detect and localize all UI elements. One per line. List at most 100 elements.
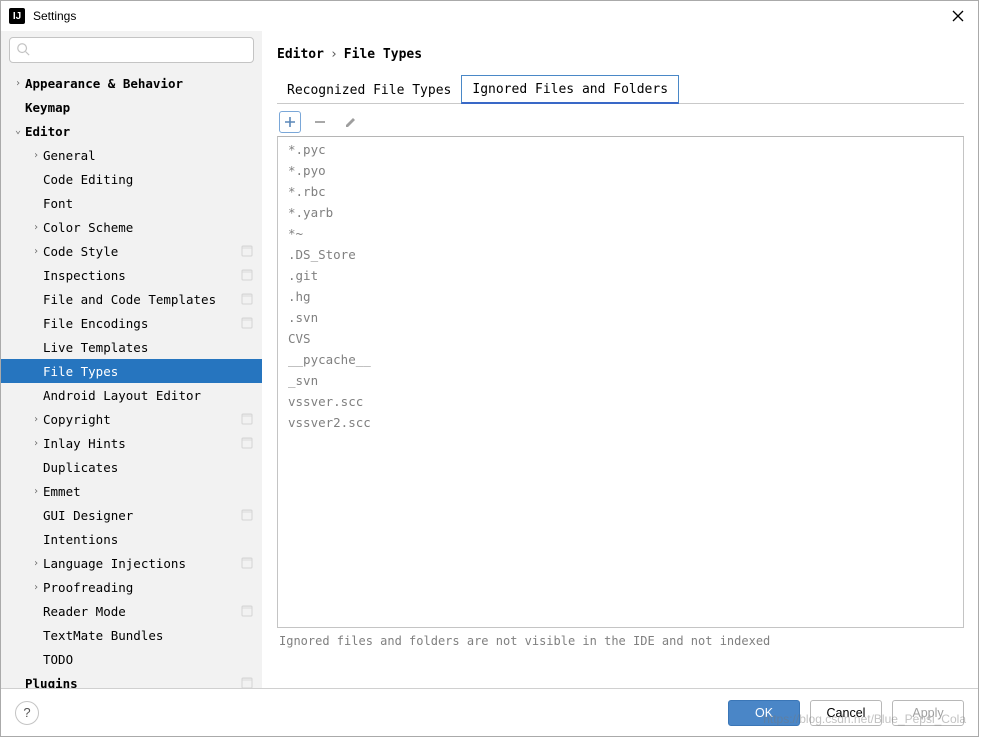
- add-button[interactable]: [279, 111, 301, 133]
- tree-item-label: Android Layout Editor: [43, 388, 254, 403]
- tree-item-code-editing[interactable]: ›Code Editing: [1, 167, 262, 191]
- tree-item-label: Duplicates: [43, 460, 254, 475]
- project-scope-icon: [240, 676, 254, 688]
- chevron-right-icon[interactable]: ›: [29, 486, 43, 497]
- ignored-pattern-item[interactable]: .hg: [278, 286, 963, 307]
- chevron-right-icon[interactable]: ›: [29, 582, 43, 593]
- tree-item-editor[interactable]: ⌄Editor: [1, 119, 262, 143]
- chevron-right-icon[interactable]: ›: [29, 246, 43, 257]
- ignored-pattern-item[interactable]: CVS: [278, 328, 963, 349]
- chevron-right-icon[interactable]: ›: [29, 438, 43, 449]
- breadcrumb-root[interactable]: Editor: [277, 47, 324, 62]
- chevron-right-icon[interactable]: ›: [29, 222, 43, 233]
- search-input[interactable]: [34, 42, 247, 59]
- tree-item-code-style[interactable]: ›Code Style: [1, 239, 262, 263]
- chevron-right-icon[interactable]: ›: [11, 78, 25, 89]
- chevron-right-icon[interactable]: ›: [29, 414, 43, 425]
- tree-item-todo[interactable]: ›TODO: [1, 647, 262, 671]
- settings-tree[interactable]: ›Appearance & Behavior›Keymap⌄Editor›Gen…: [1, 69, 262, 688]
- tree-item-label: Intentions: [43, 532, 254, 547]
- close-button[interactable]: [946, 4, 970, 28]
- dialog-footer: ? OK Cancel Apply: [1, 688, 978, 736]
- ignored-patterns-list[interactable]: *.pyc*.pyo*.rbc*.yarb*~.DS_Store.git.hg.…: [277, 136, 964, 628]
- project-scope-icon: [240, 412, 254, 426]
- tree-item-label: TODO: [43, 652, 254, 667]
- tree-item-color-scheme[interactable]: ›Color Scheme: [1, 215, 262, 239]
- chevron-right-icon[interactable]: ›: [29, 558, 43, 569]
- tree-item-emmet[interactable]: ›Emmet: [1, 479, 262, 503]
- remove-button[interactable]: [309, 111, 331, 133]
- tree-item-gui-designer[interactable]: ›GUI Designer: [1, 503, 262, 527]
- project-scope-icon: [240, 508, 254, 522]
- tree-item-duplicates[interactable]: ›Duplicates: [1, 455, 262, 479]
- tab-ignored-files-and-folders[interactable]: Ignored Files and Folders: [461, 75, 679, 104]
- tree-item-label: Editor: [25, 124, 254, 139]
- tree-item-reader-mode[interactable]: ›Reader Mode: [1, 599, 262, 623]
- project-scope-icon: [240, 244, 254, 258]
- tree-item-label: Appearance & Behavior: [25, 76, 254, 91]
- tree-item-copyright[interactable]: ›Copyright: [1, 407, 262, 431]
- tree-item-label: File Types: [43, 364, 254, 379]
- tabs: Recognized File TypesIgnored Files and F…: [277, 75, 964, 104]
- edit-button[interactable]: [339, 111, 361, 133]
- chevron-right-icon[interactable]: ›: [29, 150, 43, 161]
- tree-item-android-layout-editor[interactable]: ›Android Layout Editor: [1, 383, 262, 407]
- window-title: Settings: [33, 9, 946, 23]
- cancel-button[interactable]: Cancel: [810, 700, 882, 726]
- tree-item-appearance-behavior[interactable]: ›Appearance & Behavior: [1, 71, 262, 95]
- ignored-pattern-item[interactable]: .svn: [278, 307, 963, 328]
- ignored-pattern-item[interactable]: vssver2.scc: [278, 412, 963, 433]
- breadcrumb-leaf: File Types: [344, 47, 422, 62]
- hint-text: Ignored files and folders are not visibl…: [277, 628, 964, 652]
- tree-item-keymap[interactable]: ›Keymap: [1, 95, 262, 119]
- breadcrumb: Editor › File Types: [277, 39, 964, 69]
- tree-item-plugins[interactable]: ›Plugins: [1, 671, 262, 688]
- tree-item-live-templates[interactable]: ›Live Templates: [1, 335, 262, 359]
- tree-item-label: Inspections: [43, 268, 240, 283]
- tree-item-intentions[interactable]: ›Intentions: [1, 527, 262, 551]
- tree-item-textmate-bundles[interactable]: ›TextMate Bundles: [1, 623, 262, 647]
- tab-recognized-file-types[interactable]: Recognized File Types: [277, 77, 461, 103]
- tree-item-label: Emmet: [43, 484, 254, 499]
- tree-item-proofreading[interactable]: ›Proofreading: [1, 575, 262, 599]
- chevron-down-icon[interactable]: ⌄: [11, 125, 25, 136]
- tree-item-inspections[interactable]: ›Inspections: [1, 263, 262, 287]
- ignored-pattern-item[interactable]: *.pyc: [278, 139, 963, 160]
- tree-item-label: File and Code Templates: [43, 292, 240, 307]
- ignored-pattern-item[interactable]: .git: [278, 265, 963, 286]
- tree-item-file-encodings[interactable]: ›File Encodings: [1, 311, 262, 335]
- main-panel: Editor › File Types Recognized File Type…: [263, 31, 978, 688]
- tree-item-label: Proofreading: [43, 580, 254, 595]
- ignored-pattern-item[interactable]: *.pyo: [278, 160, 963, 181]
- tree-item-general[interactable]: ›General: [1, 143, 262, 167]
- tree-item-label: File Encodings: [43, 316, 240, 331]
- tree-item-file-types[interactable]: ›File Types: [1, 359, 262, 383]
- tree-item-inlay-hints[interactable]: ›Inlay Hints: [1, 431, 262, 455]
- tree-item-label: Live Templates: [43, 340, 254, 355]
- ignored-pattern-item[interactable]: *.rbc: [278, 181, 963, 202]
- tree-item-file-and-code-templates[interactable]: ›File and Code Templates: [1, 287, 262, 311]
- ok-button[interactable]: OK: [728, 700, 800, 726]
- scrollbar-thumb[interactable]: [253, 69, 261, 609]
- ignored-pattern-item[interactable]: _svn: [278, 370, 963, 391]
- help-button[interactable]: ?: [15, 701, 39, 725]
- project-scope-icon: [240, 556, 254, 570]
- ignored-pattern-item[interactable]: *~: [278, 223, 963, 244]
- tree-item-label: Keymap: [25, 100, 254, 115]
- sidebar-scrollbar[interactable]: [253, 69, 261, 669]
- ignored-pattern-item[interactable]: .DS_Store: [278, 244, 963, 265]
- project-scope-icon: [240, 436, 254, 450]
- ignored-pattern-item[interactable]: *.yarb: [278, 202, 963, 223]
- tree-item-label: TextMate Bundles: [43, 628, 254, 643]
- project-scope-icon: [240, 268, 254, 282]
- tree-item-font[interactable]: ›Font: [1, 191, 262, 215]
- search-input-wrapper[interactable]: [9, 37, 254, 63]
- tree-item-language-injections[interactable]: ›Language Injections: [1, 551, 262, 575]
- apply-button[interactable]: Apply: [892, 700, 964, 726]
- tree-item-label: Font: [43, 196, 254, 211]
- ignored-pattern-item[interactable]: __pycache__: [278, 349, 963, 370]
- ignored-pattern-item[interactable]: vssver.scc: [278, 391, 963, 412]
- list-toolbar: [277, 104, 964, 136]
- tree-item-label: GUI Designer: [43, 508, 240, 523]
- tree-item-label: General: [43, 148, 254, 163]
